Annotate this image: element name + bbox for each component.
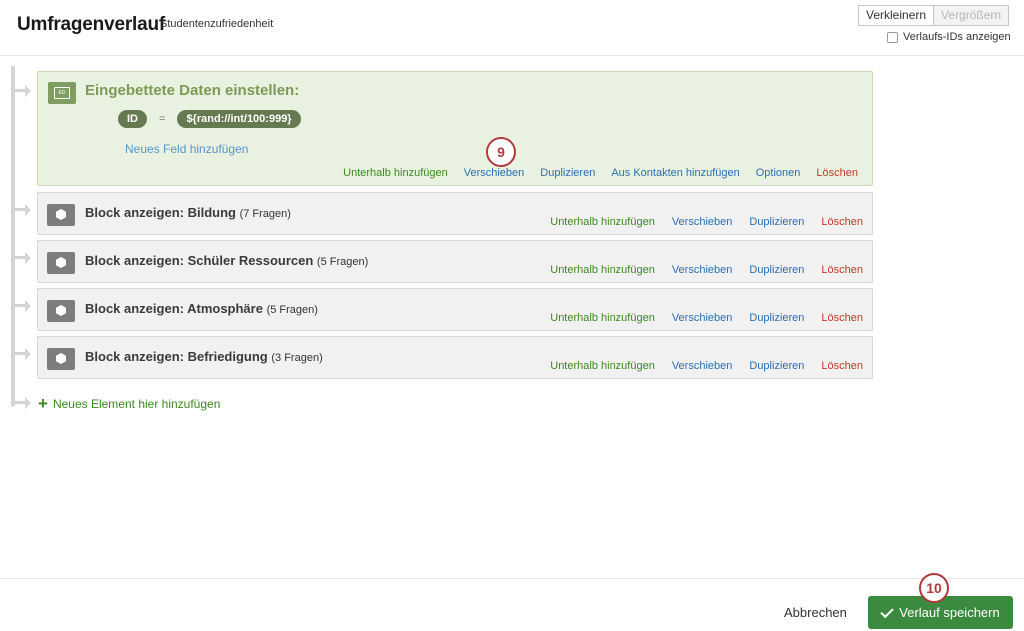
- block-icon: [47, 252, 75, 274]
- plus-icon: +: [38, 394, 48, 413]
- question-count: (5 Fragen): [266, 304, 318, 316]
- block-element: Block anzeigen: Atmosphäre (5 Fragen) Un…: [37, 288, 873, 331]
- block-element: Block anzeigen: Schüler Ressourcen (5 Fr…: [37, 240, 873, 283]
- embedded-data-title: Eingebettete Daten einstellen:: [85, 82, 300, 99]
- move-link[interactable]: Verschieben: [672, 216, 733, 228]
- block-title: Block anzeigen: Schüler Ressourcen (5 Fr…: [85, 253, 368, 268]
- embedded-data-icon-label: ED: [54, 87, 70, 99]
- flow-connector-arrow: [13, 343, 31, 363]
- duplicate-link[interactable]: Duplizieren: [749, 360, 804, 372]
- block-icon: [47, 204, 75, 226]
- footer: Abbrechen Verlauf speichern: [0, 578, 1024, 631]
- page-title: Umfragenverlauf: [17, 14, 165, 35]
- block-actions: Unterhalb hinzufügen Verschieben Duplizi…: [550, 360, 863, 372]
- save-flow-label: Verlauf speichern: [899, 605, 1000, 620]
- move-link[interactable]: Verschieben: [672, 264, 733, 276]
- block-name: Block anzeigen: Bildung: [85, 205, 236, 220]
- block-name: Block anzeigen: Befriedigung: [85, 349, 268, 364]
- block-icon: [47, 300, 75, 322]
- block-actions: Unterhalb hinzufügen Verschieben Duplizi…: [550, 264, 863, 276]
- move-link[interactable]: Verschieben: [464, 167, 525, 179]
- add-below-link[interactable]: Unterhalb hinzufügen: [550, 264, 655, 276]
- block-name: Block anzeigen: Atmosphäre: [85, 301, 263, 316]
- delete-link[interactable]: Löschen: [821, 216, 863, 228]
- duplicate-link[interactable]: Duplizieren: [749, 264, 804, 276]
- embedded-data-icon: ED: [48, 82, 76, 104]
- embedded-field-row: ID = ${rand://int/100:999}: [118, 110, 301, 128]
- survey-flow-page: Umfragenverlauf Studentenzufriedenheit V…: [0, 0, 1024, 631]
- survey-name: Studentenzufriedenheit: [160, 18, 274, 30]
- show-flow-ids-toggle[interactable]: Verlaufs-IDs anzeigen: [887, 31, 1011, 43]
- move-link[interactable]: Verschieben: [672, 312, 733, 324]
- question-count: (3 Fragen): [271, 352, 323, 364]
- flow-connector-arrow: [13, 247, 31, 267]
- add-from-contacts-link[interactable]: Aus Kontakten hinzufügen: [611, 167, 739, 179]
- block-actions: Unterhalb hinzufügen Verschieben Duplizi…: [550, 216, 863, 228]
- options-link[interactable]: Optionen: [756, 167, 801, 179]
- step-marker: 9: [486, 137, 516, 167]
- block-title: Block anzeigen: Bildung (7 Fragen): [85, 205, 291, 220]
- add-new-element-link[interactable]: + Neues Element hier hinzufügen: [38, 394, 221, 413]
- block-title: Block anzeigen: Befriedigung (3 Fragen): [85, 349, 323, 364]
- field-value-pill[interactable]: ${rand://int/100:999}: [177, 110, 301, 128]
- embedded-data-element: ED Eingebettete Daten einstellen: ID = $…: [37, 71, 873, 186]
- block-name: Block anzeigen: Schüler Ressourcen: [85, 253, 314, 268]
- cancel-button[interactable]: Abbrechen: [784, 605, 847, 620]
- embedded-data-actions: Unterhalb hinzufügen Verschieben Duplizi…: [343, 167, 858, 179]
- delete-link[interactable]: Löschen: [821, 312, 863, 324]
- flow-connector-arrow: [13, 80, 31, 100]
- duplicate-link[interactable]: Duplizieren: [540, 167, 595, 179]
- question-count: (7 Fragen): [239, 208, 291, 220]
- move-link[interactable]: Verschieben: [672, 360, 733, 372]
- header: Umfragenverlauf Studentenzufriedenheit V…: [0, 0, 1024, 56]
- add-below-link[interactable]: Unterhalb hinzufügen: [343, 167, 448, 179]
- add-new-element-label: Neues Element hier hinzufügen: [52, 397, 221, 411]
- show-ids-checkbox[interactable]: [887, 31, 898, 43]
- block-element: Block anzeigen: Befriedigung (3 Fragen) …: [37, 336, 873, 379]
- equals-sign: =: [159, 113, 166, 125]
- block-element: Block anzeigen: Bildung (7 Fragen) Unter…: [37, 192, 873, 235]
- flow-connector-arrow: [13, 392, 31, 412]
- zoom-out-button[interactable]: Verkleinern: [858, 5, 935, 26]
- checkmark-icon: [880, 604, 894, 618]
- zoom-controls: Verkleinern Vergrößern: [858, 5, 1010, 26]
- step-marker: 10: [919, 573, 949, 603]
- duplicate-link[interactable]: Duplizieren: [749, 312, 804, 324]
- add-new-field-link[interactable]: Neues Feld hinzufügen: [125, 142, 248, 156]
- block-title: Block anzeigen: Atmosphäre (5 Fragen): [85, 301, 318, 316]
- add-below-link[interactable]: Unterhalb hinzufügen: [550, 360, 655, 372]
- duplicate-link[interactable]: Duplizieren: [749, 216, 804, 228]
- add-below-link[interactable]: Unterhalb hinzufügen: [550, 312, 655, 324]
- flow-connector-arrow: [13, 295, 31, 315]
- show-ids-label: Verlaufs-IDs anzeigen: [903, 31, 1011, 43]
- flow-connector-arrow: [13, 199, 31, 219]
- question-count: (5 Fragen): [316, 256, 369, 268]
- zoom-in-button[interactable]: Vergrößern: [934, 5, 1010, 26]
- block-actions: Unterhalb hinzufügen Verschieben Duplizi…: [550, 312, 863, 324]
- delete-link[interactable]: Löschen: [821, 264, 863, 276]
- delete-link[interactable]: Löschen: [816, 167, 858, 179]
- delete-link[interactable]: Löschen: [821, 360, 863, 372]
- block-icon: [47, 348, 75, 370]
- add-below-link[interactable]: Unterhalb hinzufügen: [550, 216, 655, 228]
- field-name-pill[interactable]: ID: [118, 110, 147, 128]
